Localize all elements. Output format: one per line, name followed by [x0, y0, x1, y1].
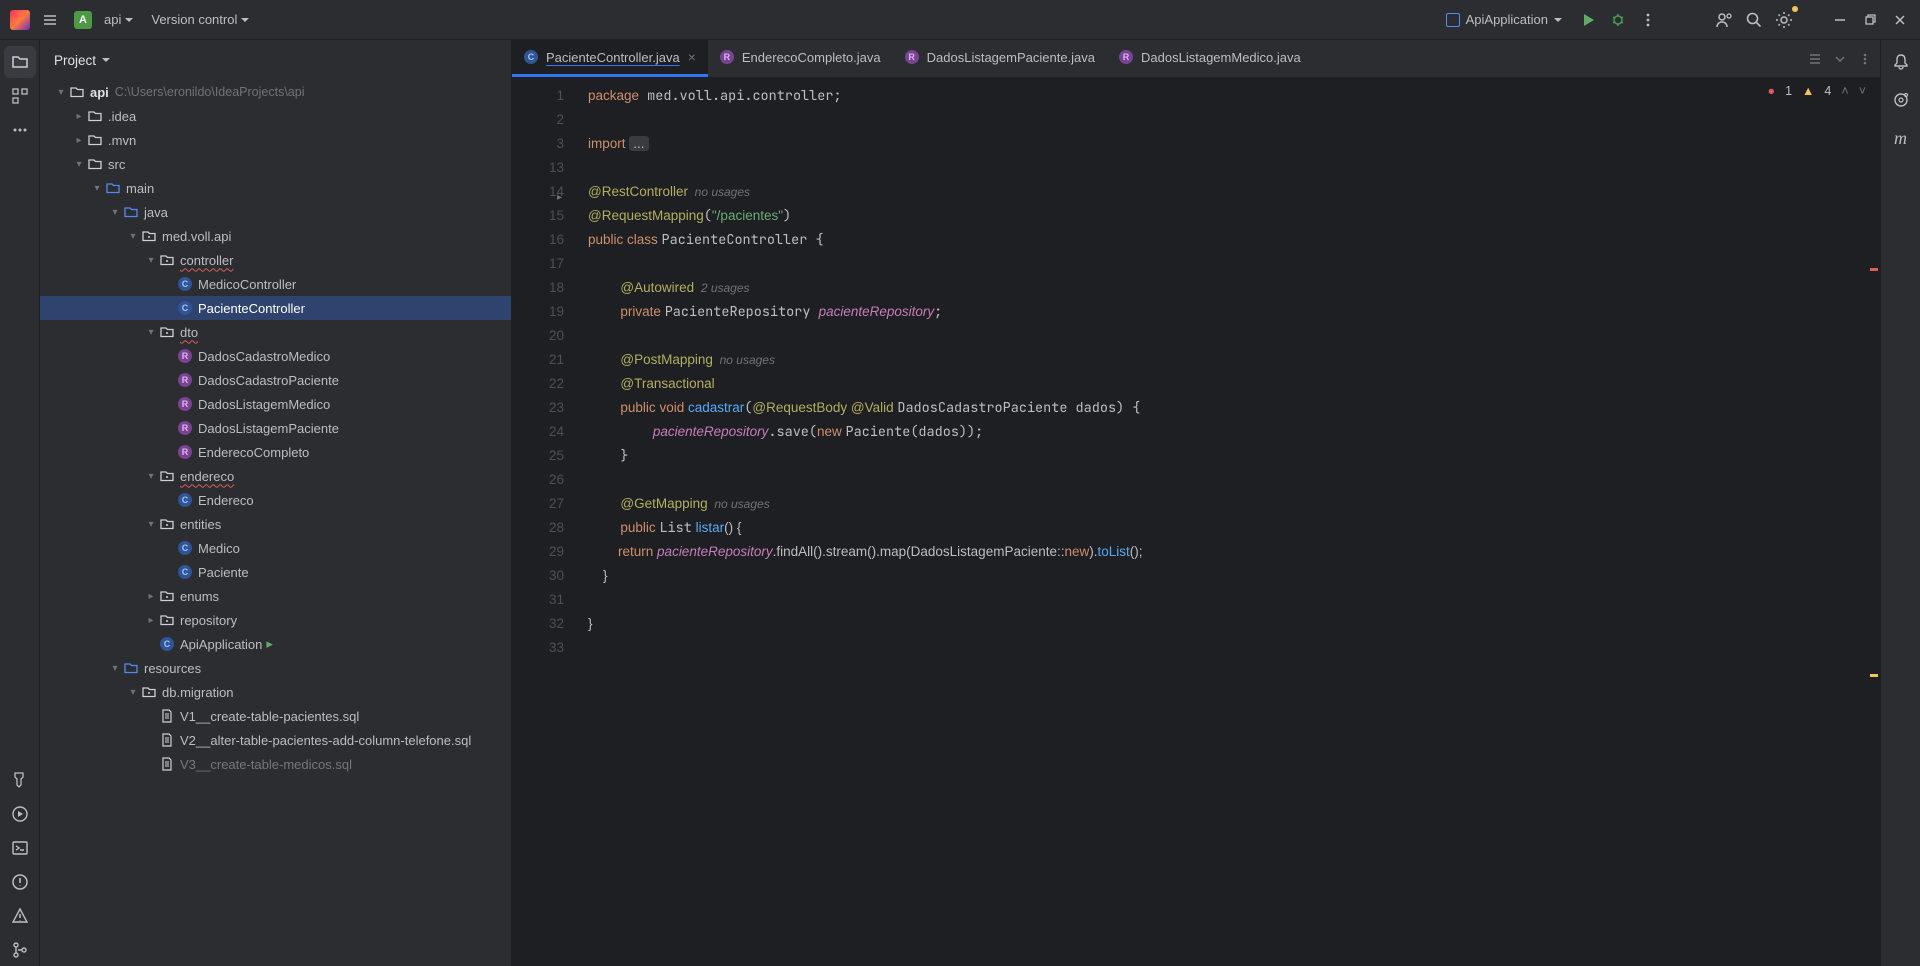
marker-rail[interactable] — [1868, 78, 1880, 966]
tree-item[interactable]: ▸enums — [40, 584, 511, 608]
editor-tab[interactable]: CPacienteController.java× — [512, 40, 708, 77]
project-tree[interactable]: ▾apiC:\Users\eronildo\IdeaProjects\api▸.… — [40, 80, 511, 966]
tree-item[interactable]: CMedicoController — [40, 272, 511, 296]
debug-button[interactable] — [1606, 8, 1630, 32]
problems-tool-icon[interactable] — [4, 866, 36, 898]
editor-tab[interactable]: RDadosListagemMedico.java — [1107, 40, 1313, 77]
minimize-window-icon[interactable] — [1828, 8, 1852, 32]
tree-item[interactable]: V2__alter-table-pacientes-add-column-tel… — [40, 728, 511, 752]
tree-item[interactable]: REnderecoCompleto — [40, 440, 511, 464]
inspection-indicators[interactable]: ● 1 ▲ 4 ˄ ˅ — [1768, 84, 1866, 98]
editor-body[interactable]: ● 1 ▲ 4 ˄ ˅ 123▸13141516171819202122232425… — [512, 78, 1880, 966]
tree-item[interactable]: ▾controller — [40, 248, 511, 272]
vcs-selector[interactable]: Version control — [145, 12, 255, 27]
tree-item[interactable]: ▾java — [40, 200, 511, 224]
build-tool-icon[interactable] — [4, 764, 36, 796]
tree-item[interactable]: ▾endereco — [40, 464, 511, 488]
notifications-icon[interactable] — [1885, 46, 1917, 78]
tabs-actions — [1808, 40, 1880, 77]
ide-logo[interactable] — [8, 8, 32, 32]
project-panel-header[interactable]: Project — [40, 40, 511, 80]
editor-code[interactable]: package med.voll.api.controller; import … — [582, 78, 1868, 966]
structure-tool-icon[interactable] — [4, 80, 36, 112]
tree-item[interactable]: V3__create-table-medicos.sql — [40, 752, 511, 776]
tab-more-icon[interactable] — [1858, 52, 1872, 66]
tree-item[interactable]: ▾src — [40, 152, 511, 176]
run-tool-icon[interactable] — [4, 798, 36, 830]
tree-item[interactable]: CMedico — [40, 536, 511, 560]
run-button[interactable] — [1576, 8, 1600, 32]
tree-item[interactable]: ▾db.migration — [40, 680, 511, 704]
project-badge: A — [74, 11, 92, 29]
tree-item[interactable]: RDadosCadastroPaciente — [40, 368, 511, 392]
titlebar: A api Version control ApiApplication — [0, 0, 1920, 40]
more-actions-icon[interactable] — [1636, 8, 1660, 32]
editor-area: CPacienteController.java×REnderecoComple… — [512, 40, 1880, 966]
maven-tool-icon[interactable]: m — [1885, 122, 1917, 154]
warning-count: 4 — [1824, 84, 1831, 98]
tree-item[interactable]: ▸.mvn — [40, 128, 511, 152]
tree-item[interactable]: ▸.idea — [40, 104, 511, 128]
tab-list-icon[interactable] — [1808, 52, 1822, 66]
run-config-icon — [1446, 13, 1460, 27]
tab-dropdown-icon[interactable] — [1834, 53, 1846, 65]
tree-item[interactable]: V1__create-table-pacientes.sql — [40, 704, 511, 728]
error-count: 1 — [1785, 84, 1792, 98]
project-panel-title: Project — [54, 53, 96, 68]
editor-tabs: CPacienteController.java×REnderecoComple… — [512, 40, 1880, 78]
editor-gutter[interactable]: 123▸131415161718192021222324252627282930… — [512, 78, 582, 966]
vcs-tool-icon[interactable] — [4, 934, 36, 966]
chevron-down-icon — [241, 18, 249, 22]
prev-highlight-icon[interactable]: ˄ — [1841, 84, 1848, 98]
warning-marker[interactable] — [1870, 674, 1878, 677]
hamburger-icon[interactable] — [38, 8, 62, 32]
error-indicator: ● — [1768, 84, 1776, 98]
more-tools-icon[interactable] — [4, 114, 36, 146]
editor-tab[interactable]: REnderecoCompleto.java — [708, 40, 893, 77]
close-tab-icon[interactable]: × — [688, 49, 696, 65]
restore-window-icon[interactable] — [1858, 8, 1882, 32]
tree-item[interactable]: ▾apiC:\Users\eronildo\IdeaProjects\api — [40, 80, 511, 104]
tree-item[interactable]: RDadosCadastroMedico — [40, 344, 511, 368]
project-panel: Project ▾apiC:\Users\eronildo\IdeaProjec… — [40, 40, 512, 966]
tree-item[interactable]: CPaciente — [40, 560, 511, 584]
chevron-down-icon — [125, 18, 133, 22]
tree-item[interactable]: ▾entities — [40, 512, 511, 536]
tree-item[interactable]: CEndereco — [40, 488, 511, 512]
settings-icon[interactable] — [1772, 8, 1796, 32]
warning-indicator: ▲ — [1802, 84, 1814, 98]
terminal-tool-icon[interactable] — [4, 832, 36, 864]
warnings-tool-icon[interactable] — [4, 900, 36, 932]
tree-item[interactable]: RDadosListagemPaciente — [40, 416, 511, 440]
tree-item[interactable]: ▾dto — [40, 320, 511, 344]
editor-tab[interactable]: RDadosListagemPaciente.java — [893, 40, 1107, 77]
vcs-label: Version control — [151, 12, 237, 27]
error-marker[interactable] — [1870, 268, 1878, 271]
run-config-label: ApiApplication — [1466, 12, 1548, 27]
chevron-down-icon — [102, 58, 110, 62]
project-tool-icon[interactable] — [4, 46, 36, 78]
tree-item[interactable]: RDadosListagemMedico — [40, 392, 511, 416]
chevron-down-icon — [1554, 18, 1562, 22]
next-highlight-icon[interactable]: ˅ — [1859, 84, 1866, 98]
left-tool-rail — [0, 40, 40, 966]
tree-item[interactable]: ▾main — [40, 176, 511, 200]
run-config-selector[interactable]: ApiApplication — [1438, 10, 1570, 29]
project-selector[interactable]: api — [98, 12, 139, 27]
search-icon[interactable] — [1742, 8, 1766, 32]
code-with-me-icon[interactable] — [1712, 8, 1736, 32]
tree-item[interactable]: CPacienteController — [40, 296, 511, 320]
ai-assistant-icon[interactable] — [1885, 84, 1917, 116]
tree-item[interactable]: ▸repository — [40, 608, 511, 632]
tree-item[interactable]: ▾resources — [40, 656, 511, 680]
tree-item[interactable]: CApiApplication▸ — [40, 632, 511, 656]
project-name-label: api — [104, 12, 121, 27]
close-window-icon[interactable] — [1888, 8, 1912, 32]
tree-item[interactable]: ▾med.voll.api — [40, 224, 511, 248]
right-tool-rail: m — [1880, 40, 1920, 966]
